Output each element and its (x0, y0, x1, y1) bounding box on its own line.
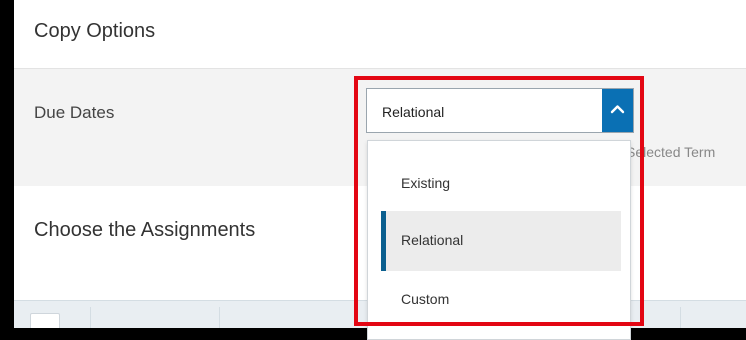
due-dates-options-list: Existing Relational Custom (367, 140, 631, 340)
option-relational[interactable]: Relational (381, 211, 621, 271)
copy-options-header: Copy Options (14, 0, 746, 69)
due-dates-selected-value: Relational (382, 104, 445, 120)
due-dates-select[interactable]: Relational (366, 88, 634, 133)
option-label: Custom (401, 291, 450, 307)
assignments-title: Choose the Assignments (34, 219, 256, 241)
option-existing[interactable]: Existing (381, 154, 621, 214)
table-column-divider (680, 307, 681, 328)
select-all-checkbox[interactable] (30, 313, 60, 328)
chevron-up-icon (610, 105, 625, 114)
due-dates-label: Due Dates (34, 103, 115, 122)
table-column-divider (90, 307, 91, 328)
table-column-divider (219, 307, 220, 328)
option-label: Relational (401, 232, 464, 248)
selected-indicator (381, 211, 386, 271)
dropdown-toggle-button[interactable] (602, 89, 633, 132)
option-label: Existing (401, 175, 451, 191)
option-custom[interactable]: Custom (381, 270, 621, 330)
section-title: Copy Options (34, 20, 156, 42)
due-dates-note: Selected Term (626, 144, 716, 160)
